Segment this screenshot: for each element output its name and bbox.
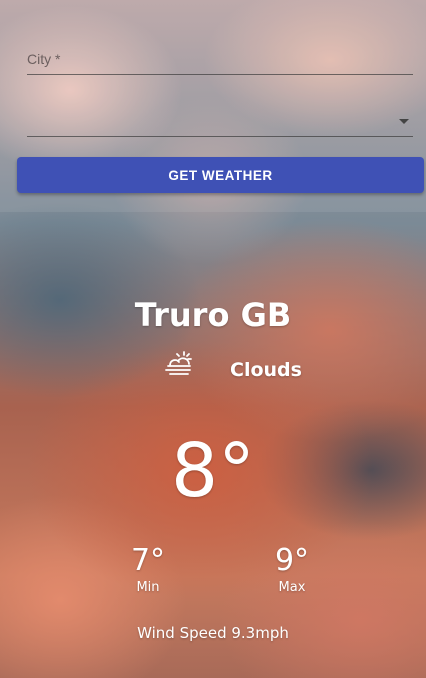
country-select[interactable] bbox=[27, 110, 413, 137]
city-input[interactable]: City * bbox=[27, 48, 413, 75]
condition-label: Clouds bbox=[230, 359, 302, 381]
weather-card: Truro GB Clouds 8° 7° Min 9° Max Wind Sp… bbox=[0, 212, 426, 678]
location-title: Truro GB bbox=[134, 296, 292, 334]
max-temperature-value: 9° bbox=[274, 543, 310, 578]
city-input-label: City * bbox=[27, 51, 61, 67]
wind-speed: Wind Speed 9.3mph bbox=[137, 624, 289, 642]
min-temperature-value: 7° bbox=[130, 543, 166, 578]
min-temperature: 7° Min bbox=[118, 543, 178, 596]
current-temperature: 8° bbox=[170, 428, 256, 514]
get-weather-button[interactable]: GET WEATHER bbox=[17, 157, 424, 193]
max-temperature: 9° Max bbox=[262, 543, 322, 596]
partly-cloudy-icon bbox=[165, 351, 192, 375]
search-form: City * GET WEATHER bbox=[0, 0, 426, 212]
dropdown-arrow-icon bbox=[399, 119, 409, 124]
max-temperature-label: Max bbox=[278, 580, 306, 595]
min-temperature-label: Min bbox=[136, 580, 160, 595]
